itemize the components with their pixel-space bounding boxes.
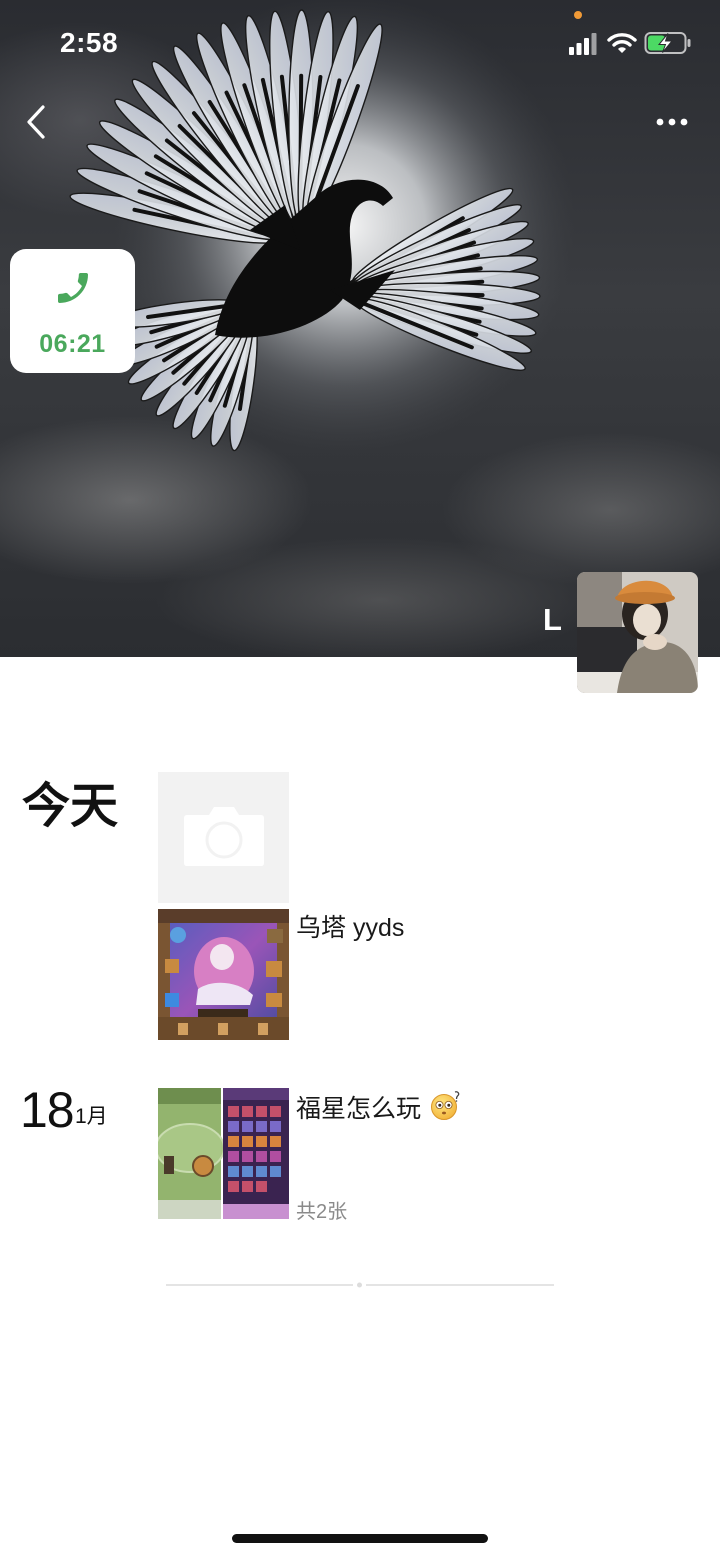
confused-face-emoji-icon	[431, 1091, 460, 1120]
signal-icon	[569, 33, 597, 55]
post-caption[interactable]: 乌塔 yyds	[296, 908, 404, 944]
post-new-moment-button[interactable]	[158, 772, 289, 903]
end-of-feed-divider	[166, 1282, 554, 1288]
photo-count: 共2张	[296, 1201, 348, 1223]
home-indicator[interactable]	[232, 1534, 488, 1543]
call-duration: 06:21	[39, 330, 106, 358]
date-label-today: 今天	[22, 780, 119, 833]
more-dots-icon	[656, 118, 688, 126]
battery-charging-icon	[644, 32, 691, 54]
post-caption[interactable]: 福星怎么玩	[296, 1089, 421, 1125]
date-month: 1月	[75, 1105, 108, 1128]
wifi-icon	[607, 33, 637, 53]
post-image-game-screenshot[interactable]	[158, 909, 289, 1040]
phone-icon	[58, 273, 88, 303]
privacy-dot-icon	[574, 11, 582, 19]
profile-name[interactable]: L	[543, 602, 562, 638]
more-button[interactable]	[652, 110, 692, 134]
avatar[interactable]	[577, 572, 698, 693]
back-button[interactable]	[22, 104, 52, 140]
camera-icon	[184, 807, 264, 866]
post-image-collage[interactable]	[158, 1088, 289, 1219]
chevron-left-icon	[27, 105, 45, 139]
date-day: 18	[20, 1082, 75, 1138]
status-time: 2:58	[60, 27, 119, 58]
